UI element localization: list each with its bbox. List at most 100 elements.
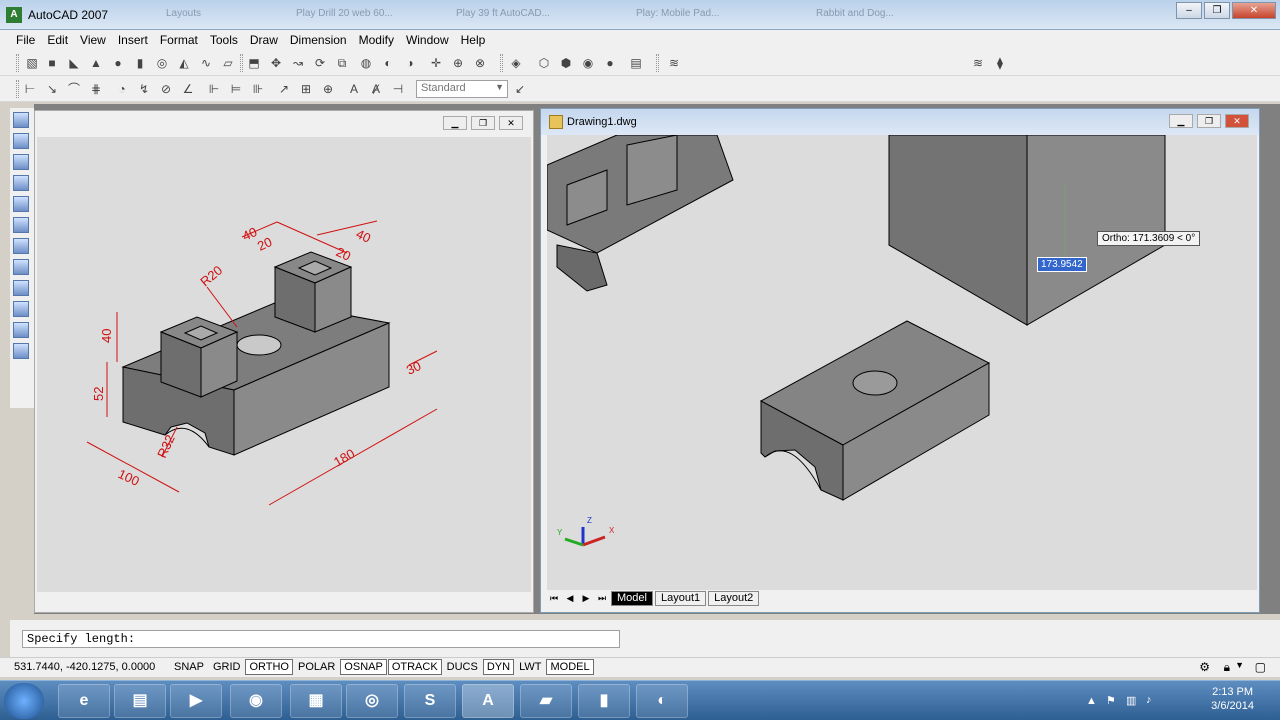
ie-icon[interactable]: e xyxy=(58,684,110,718)
next-tab-icon[interactable]: ▶ xyxy=(579,591,593,605)
command-line[interactable]: Specify length: xyxy=(22,630,620,648)
tray-volume-icon[interactable]: ♪ xyxy=(1146,694,1152,706)
last-tab-icon[interactable]: ⏭ xyxy=(595,591,609,605)
sphere-tool-icon[interactable] xyxy=(13,196,29,212)
dim-style-manager-icon[interactable]: ↙ xyxy=(512,81,528,97)
close-button[interactable]: ✕ xyxy=(499,116,523,130)
diameter-dim-icon[interactable]: ⊘ xyxy=(158,81,174,97)
menu-file[interactable]: File xyxy=(10,30,41,50)
wedge-icon[interactable]: ◣ xyxy=(66,55,82,71)
grid-toggle[interactable]: GRID xyxy=(209,659,245,675)
radius-dim-icon[interactable]: ◔ xyxy=(114,81,130,97)
cone-tool-icon[interactable] xyxy=(13,175,29,191)
menu-tools[interactable]: Tools xyxy=(204,30,244,50)
model-viewport[interactable]: Z X Y Ortho: 171.3609 < 0° 173.9542 xyxy=(546,134,1257,590)
layer-manager-icon[interactable]: ≋ xyxy=(666,55,682,71)
ordinate-dim-icon[interactable]: ⋕ xyxy=(88,81,104,97)
dyn-toggle[interactable]: DYN xyxy=(482,659,515,675)
move3d-icon[interactable]: ✛ xyxy=(428,55,444,71)
menu-window[interactable]: Window xyxy=(400,30,455,50)
dim-text-edit-icon[interactable]: Ⱥ xyxy=(368,81,384,97)
osnap-toggle[interactable]: OSNAP xyxy=(340,659,387,675)
cone-icon[interactable]: ▲ xyxy=(88,55,104,71)
minimize-button[interactable]: – xyxy=(1176,2,1202,19)
tab-layout2[interactable]: Layout2 xyxy=(708,590,760,606)
menu-format[interactable]: Format xyxy=(154,30,204,50)
torus-icon[interactable]: ◎ xyxy=(154,55,170,71)
loft-icon[interactable]: ⧉ xyxy=(334,55,350,71)
menu-insert[interactable]: Insert xyxy=(112,30,154,50)
union-icon[interactable]: ◍ xyxy=(358,55,374,71)
box-tool-icon[interactable] xyxy=(13,133,29,149)
pyramid-icon[interactable]: ◭ xyxy=(176,55,192,71)
ducs-toggle[interactable]: DUCS xyxy=(443,659,482,675)
planar-surface-icon[interactable]: ▱ xyxy=(220,55,236,71)
baseline-dim-icon[interactable]: ⊨ xyxy=(228,81,244,97)
system-clock[interactable]: 2:13 PM 3/6/2014 xyxy=(1211,685,1254,713)
lock-icon[interactable]: 🔒︎ xyxy=(1224,660,1230,675)
dim-style-dropdown[interactable]: Standard ▼ xyxy=(416,80,508,98)
wedge-tool-icon[interactable] xyxy=(13,154,29,170)
slice-tool-icon[interactable] xyxy=(13,301,29,317)
notes-icon[interactable]: ▰ xyxy=(520,684,572,718)
toolbar-grip[interactable] xyxy=(16,54,19,72)
minimize-button[interactable]: ▁ xyxy=(443,116,467,130)
close-button[interactable]: ✕ xyxy=(1225,114,1249,128)
extrude-icon[interactable]: ⬒ xyxy=(246,55,262,71)
polar-toggle[interactable]: POLAR xyxy=(294,659,339,675)
menu-edit[interactable]: Edit xyxy=(41,30,74,50)
tab-model[interactable]: Model xyxy=(611,590,653,606)
conceptual-icon[interactable]: ● xyxy=(602,55,618,71)
clean-screen-icon[interactable]: ▢ xyxy=(1255,660,1266,674)
layer-states-icon[interactable]: ⧫ xyxy=(992,55,1008,71)
app-icon[interactable]: ▦ xyxy=(290,684,342,718)
communication-icon[interactable]: ⚙ xyxy=(1199,660,1210,674)
snap-toggle[interactable]: SNAP xyxy=(170,659,208,675)
continue-dim-icon[interactable]: ⊪ xyxy=(250,81,266,97)
realistic-icon[interactable]: ◉ xyxy=(580,55,596,71)
model-toggle[interactable]: MODEL xyxy=(546,659,594,675)
sweep-icon[interactable]: ↝ xyxy=(290,55,306,71)
lwt-toggle[interactable]: LWT xyxy=(515,659,545,675)
align3d-icon[interactable]: ⊗ xyxy=(472,55,488,71)
tray-flag-icon[interactable]: ⚑ xyxy=(1106,694,1116,707)
dim-update-icon[interactable]: ⊣ xyxy=(390,81,406,97)
toolbar-grip[interactable] xyxy=(240,54,243,72)
jogged-dim-icon[interactable]: ↯ xyxy=(136,81,152,97)
reference-window-titlebar[interactable]: ▁ ❐ ✕ xyxy=(35,111,533,135)
ortho-toggle[interactable]: ORTHO xyxy=(245,659,293,675)
aligned-dim-icon[interactable]: ↘ xyxy=(44,81,60,97)
audio-app-icon[interactable]: ◐ xyxy=(636,684,688,718)
toolbar-grip[interactable] xyxy=(656,54,659,72)
media-player-icon[interactable]: ▶ xyxy=(170,684,222,718)
linear-dim-icon[interactable]: ⊢ xyxy=(22,81,38,97)
menu-dimension[interactable]: Dimension xyxy=(284,30,353,50)
tray-network-icon[interactable]: ▥ xyxy=(1126,694,1136,707)
arc-length-icon[interactable]: ⌒ xyxy=(66,81,82,97)
explorer-icon[interactable]: ▤ xyxy=(114,684,166,718)
revolve-icon[interactable]: ⟳ xyxy=(312,55,328,71)
close-button[interactable]: ✕ xyxy=(1232,2,1276,19)
otrack-toggle[interactable]: OTRACK xyxy=(387,659,442,675)
prev-tab-icon[interactable]: ◀ xyxy=(563,591,577,605)
center-mark-icon[interactable]: ⊕ xyxy=(320,81,336,97)
length-input[interactable]: 173.9542 xyxy=(1037,257,1087,272)
presspull-icon[interactable]: ✥ xyxy=(268,55,284,71)
tolerance-icon[interactable]: ⊞ xyxy=(298,81,314,97)
manage-visual-styles-icon[interactable]: ▤ xyxy=(628,55,644,71)
sphere-icon[interactable]: ● xyxy=(110,55,126,71)
subtract-icon[interactable]: ◐ xyxy=(380,55,396,71)
maximize-button[interactable]: ❐ xyxy=(1204,2,1230,19)
solidworks-icon[interactable]: S xyxy=(404,684,456,718)
menu-modify[interactable]: Modify xyxy=(353,30,400,50)
green-app-icon[interactable]: ◎ xyxy=(346,684,398,718)
drawing-window-titlebar[interactable]: Drawing1.dwg ▁ ❐ ✕ xyxy=(541,109,1259,135)
tab-layout1[interactable]: Layout1 xyxy=(654,590,707,606)
rotate3d-icon[interactable]: ⊕ xyxy=(450,55,466,71)
intersect-icon[interactable]: ◑ xyxy=(402,55,418,71)
revolve-tool-icon[interactable] xyxy=(13,280,29,296)
autocad-taskbar-icon[interactable]: A xyxy=(462,684,514,718)
extrude-tool-icon[interactable] xyxy=(13,259,29,275)
chrome-icon[interactable]: ◉ xyxy=(230,684,282,718)
menu-view[interactable]: View xyxy=(74,30,112,50)
